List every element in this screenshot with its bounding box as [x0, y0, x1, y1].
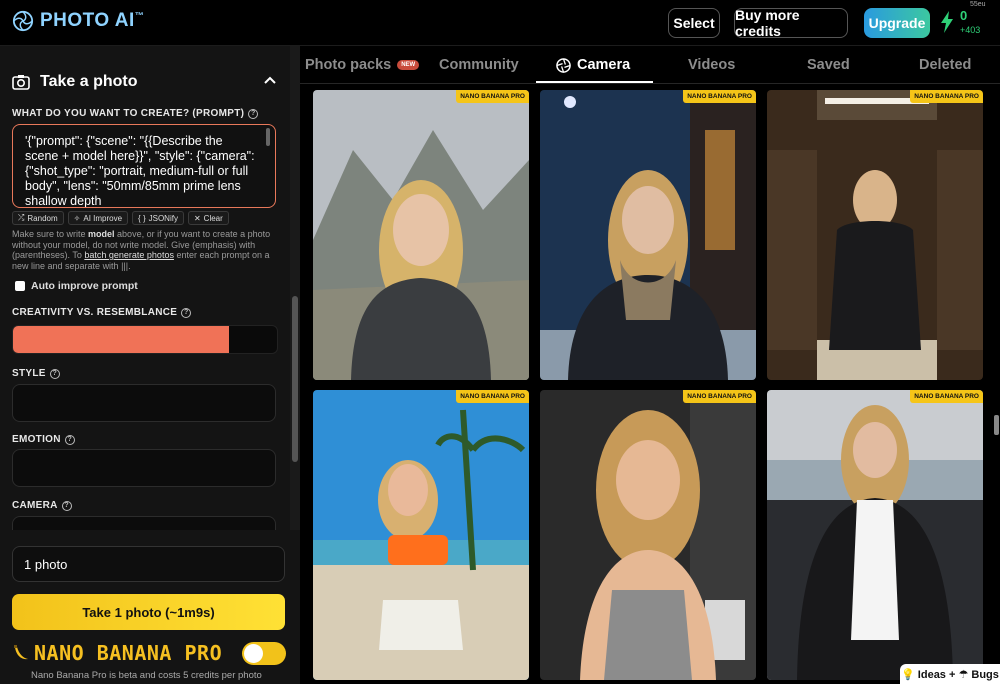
photo-count-select[interactable]: 1 photo: [12, 546, 285, 582]
select-button[interactable]: Select: [668, 8, 720, 38]
creativity-label: CREATIVITY VS. RESEMBLANCE?: [12, 307, 192, 318]
emotion-label: EMOTION?: [12, 434, 75, 445]
auto-improve-label: Auto improve prompt: [31, 280, 138, 292]
camera-label: CAMERA?: [12, 500, 72, 511]
style-label: STYLE?: [12, 368, 60, 379]
creativity-slider[interactable]: [12, 325, 278, 354]
photo-image: [313, 90, 529, 380]
nano-banana-badge: NANO BANANA PRO: [456, 390, 529, 403]
logo-swirl-icon: [12, 10, 34, 32]
nano-banana-badge: NANO BANANA PRO: [456, 90, 529, 103]
help-icon[interactable]: ?: [181, 307, 192, 318]
buy-credits-button[interactable]: Buy more credits: [734, 7, 848, 39]
photo-card[interactable]: NANO BANANA PRO: [767, 90, 983, 380]
grid-scrollbar-thumb[interactable]: [994, 415, 999, 435]
tab-saved[interactable]: Saved: [807, 57, 850, 73]
close-icon: ✕: [193, 213, 201, 223]
active-tab-indicator: [536, 81, 653, 83]
nano-banana-badge: NANO BANANA PRO: [683, 390, 756, 403]
tab-community[interactable]: Community: [439, 57, 519, 73]
sparkle-icon: ✧: [73, 213, 81, 223]
auto-improve-checkbox[interactable]: [15, 281, 25, 291]
help-icon[interactable]: ?: [64, 434, 75, 445]
nano-banana-toggle[interactable]: [242, 642, 286, 665]
photo-card[interactable]: NANO BANANA PRO: [313, 390, 529, 680]
help-icon[interactable]: ?: [49, 368, 60, 379]
help-icon[interactable]: ?: [248, 108, 259, 119]
jsonify-button[interactable]: { } JSONify: [132, 211, 184, 225]
photo-count-value: 1 photo: [24, 556, 68, 572]
ai-improve-button[interactable]: ✧ AI Improve: [67, 211, 129, 225]
prompt-hint: Make sure to write model above, or if yo…: [12, 229, 271, 271]
photo-card[interactable]: NANO BANANA PRO: [540, 390, 756, 680]
credits-value: 0: [960, 8, 968, 23]
logo[interactable]: PHOTO AI™: [12, 10, 144, 32]
take-photo-button[interactable]: Take 1 photo (~1m9s): [12, 594, 285, 630]
photo-card[interactable]: NANO BANANA PRO: [767, 390, 983, 680]
tab-photo-packs[interactable]: Photo packs NEW: [305, 57, 420, 73]
nano-banana-note: Nano Banana Pro is beta and costs 5 cred…: [31, 670, 262, 681]
photo-image: [767, 390, 983, 680]
nano-banana-row: NANO BANANA PRO: [12, 641, 222, 665]
corner-note: 55eu: [970, 1, 986, 8]
prompt-textarea[interactable]: '{"prompt": {"scene": "{{Describe the sc…: [12, 124, 276, 208]
prompt-text: '{"prompt": {"scene": "{{Describe the sc…: [25, 134, 255, 208]
nano-banana-badge: NANO BANANA PRO: [910, 90, 983, 103]
nano-banana-badge: NANO BANANA PRO: [910, 390, 983, 403]
take-photo-header[interactable]: Take a photo: [12, 73, 138, 91]
batch-generate-link[interactable]: batch generate photos: [84, 250, 174, 260]
auto-improve-row[interactable]: Auto improve prompt: [15, 280, 138, 292]
tab-videos[interactable]: Videos: [688, 57, 735, 73]
nano-banana-badge: NANO BANANA PRO: [683, 90, 756, 103]
photo-image: [313, 390, 529, 680]
photo-image: [540, 390, 756, 680]
emotion-field[interactable]: [12, 449, 276, 487]
credits-counter[interactable]: 0 +403: [940, 8, 980, 36]
tab-camera[interactable]: Camera: [556, 57, 630, 73]
photo-image: [540, 90, 756, 380]
shuffle-icon: ⤮: [18, 213, 25, 222]
credits-delta: +403: [960, 25, 981, 35]
camera-icon: [12, 75, 30, 90]
generate-controls: 1 photo Take 1 photo (~1m9s) NANO BANANA…: [0, 530, 300, 684]
clear-button[interactable]: ✕ Clear: [187, 211, 229, 225]
style-field[interactable]: [12, 384, 276, 422]
section-title: Take a photo: [40, 73, 138, 90]
random-button[interactable]: ⤮ Random: [12, 211, 64, 225]
prompt-label: WHAT DO YOU WANT TO CREATE? (PROMPT)?: [12, 108, 259, 119]
nano-banana-title: NANO BANANA PRO: [34, 641, 223, 665]
main-tabs: Photo packs NEW Community Camera Videos S…: [300, 46, 1000, 84]
ideas-bugs-button[interactable]: 💡 Ideas + ☂ Bugs: [900, 664, 1000, 684]
prompt-tools: ⤮ Random ✧ AI Improve { } JSONify ✕ Clear: [12, 211, 229, 225]
photo-card[interactable]: NANO BANANA PRO: [313, 90, 529, 380]
aperture-icon: [556, 57, 571, 73]
braces-icon: { }: [138, 213, 146, 223]
toggle-knob: [244, 644, 263, 663]
logo-text: PHOTO AI™: [40, 10, 145, 31]
camera-field[interactable]: [12, 516, 276, 530]
left-panel-scroll-area: Take a photo WHAT DO YOU WANT TO CREATE?…: [0, 46, 300, 530]
prompt-scrollbar[interactable]: [266, 128, 270, 146]
tab-deleted[interactable]: Deleted: [919, 57, 971, 73]
help-icon[interactable]: ?: [61, 500, 72, 511]
new-badge: NEW: [397, 60, 420, 70]
upgrade-button[interactable]: Upgrade: [864, 8, 930, 38]
chevron-up-icon[interactable]: [264, 76, 276, 84]
left-panel: Take a photo WHAT DO YOU WANT TO CREATE?…: [0, 46, 300, 684]
banana-icon: [14, 645, 28, 660]
photo-image: [767, 90, 983, 380]
photo-ai-app: PHOTO AI™ Select Buy more credits Upgrad…: [0, 0, 1000, 684]
lightning-icon: [941, 11, 953, 33]
top-bar: PHOTO AI™ Select Buy more credits Upgrad…: [0, 0, 1000, 46]
lightbulb-icon: 💡: [901, 668, 915, 681]
creativity-slider-fill: [13, 326, 230, 353]
left-scrollbar-thumb[interactable]: [292, 296, 298, 462]
photo-card[interactable]: NANO BANANA PRO: [540, 90, 756, 380]
